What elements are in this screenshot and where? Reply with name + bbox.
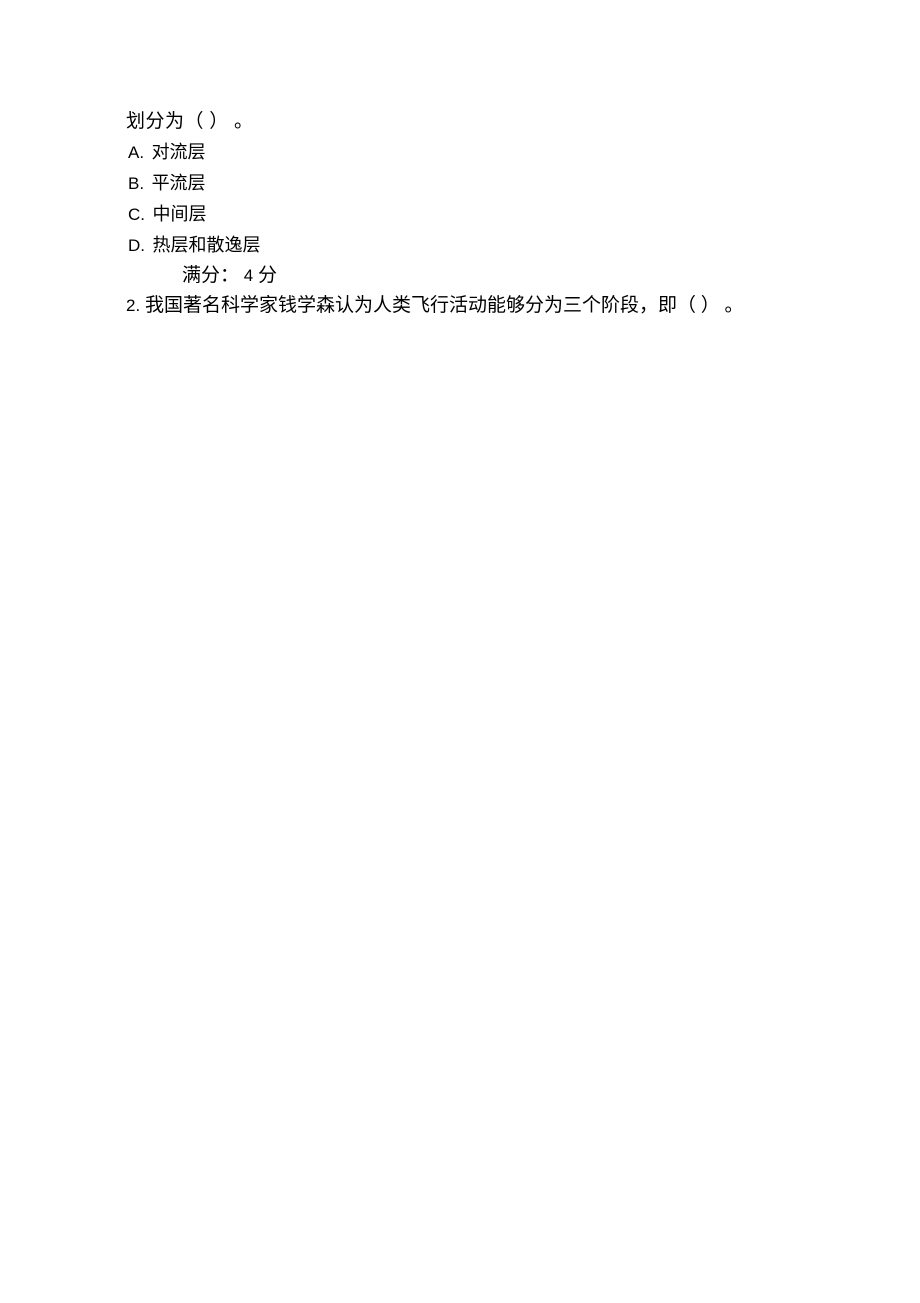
q1-score: 满分： 4 分 (126, 261, 920, 291)
q2-stem: 2. 我国著名科学家钱学森认为人类飞行活动能够分为三个阶段，即（ ） 。 (126, 291, 920, 321)
score-value: 4 (244, 266, 253, 285)
score-label: 满分： (182, 265, 239, 286)
q1-stem-text: 划分为（ ） 。 (126, 111, 254, 132)
q1-option-c: C. 中间层 (126, 199, 920, 230)
q1-stem: 划分为（ ） 。 (126, 107, 920, 137)
score-unit: 分 (258, 265, 277, 286)
q1-option-a: A. 对流层 (126, 137, 920, 168)
q1-option-d: D. 热层和散逸层 (126, 230, 920, 261)
option-text: 热层和散逸层 (153, 235, 261, 255)
option-letter: D. (128, 236, 145, 255)
q1-option-b: B. 平流层 (126, 168, 920, 199)
option-letter: C. (128, 205, 145, 224)
option-text: 对流层 (152, 142, 206, 162)
option-text: 平流层 (152, 173, 206, 193)
q2-number: 2. (126, 296, 140, 315)
option-letter: A. (128, 143, 144, 162)
option-letter: B. (128, 174, 144, 193)
q2-text: 我国著名科学家钱学森认为人类飞行活动能够分为三个阶段，即（ ） 。 (145, 295, 744, 316)
option-text: 中间层 (153, 204, 207, 224)
